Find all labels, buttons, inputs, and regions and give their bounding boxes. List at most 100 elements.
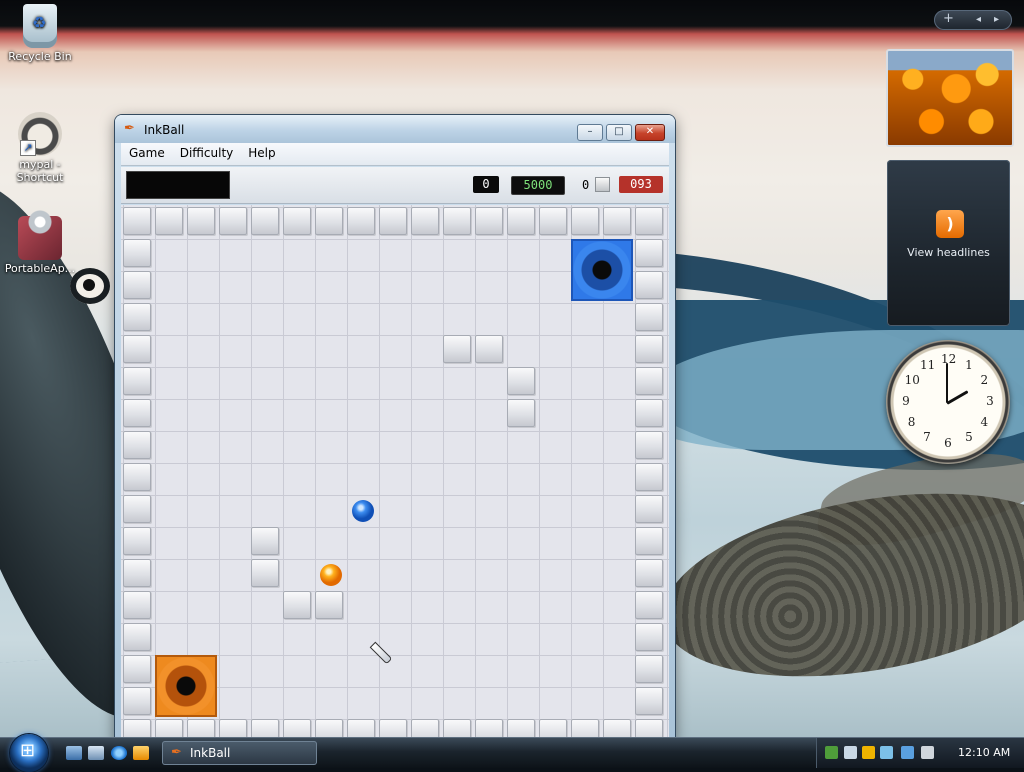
inkball-window: ✒ InkBall – □ ✕ Game Difficulty Help 0 500… bbox=[115, 115, 675, 741]
border-block bbox=[347, 207, 375, 235]
view-headlines-link[interactable]: View headlines bbox=[887, 246, 1010, 259]
inkball-app-icon: ✒ bbox=[171, 745, 182, 760]
menu-difficulty[interactable]: Difficulty bbox=[172, 143, 241, 160]
inkball-app-icon: ✒ bbox=[124, 121, 135, 136]
feed-headlines-gadget[interactable]: ) View headlines bbox=[887, 160, 1010, 326]
border-block bbox=[123, 527, 151, 555]
clock-hour-hand bbox=[946, 390, 969, 405]
taskbar: ✒ InkBall 12:10 AM bbox=[0, 734, 1024, 772]
border-block bbox=[635, 399, 663, 427]
border-block bbox=[379, 207, 407, 235]
obstacle-block bbox=[507, 367, 535, 395]
border-block bbox=[411, 207, 439, 235]
clock-time[interactable]: 12:10 AM bbox=[958, 746, 1010, 759]
border-block bbox=[507, 207, 535, 235]
target-score-display: 5000 bbox=[511, 176, 565, 195]
desktop-icon-mypal[interactable]: ↗ mypal - Shortcut bbox=[0, 112, 80, 184]
orange-ball bbox=[320, 564, 342, 586]
maximize-button[interactable]: □ bbox=[606, 124, 632, 141]
border-block bbox=[635, 655, 663, 683]
clock-numeral: 2 bbox=[980, 373, 989, 387]
border-block bbox=[219, 207, 247, 235]
menu-bar: Game Difficulty Help bbox=[121, 143, 669, 166]
border-block bbox=[123, 495, 151, 523]
clock-numeral: 3 bbox=[986, 394, 994, 408]
border-block bbox=[443, 207, 471, 235]
border-block bbox=[603, 207, 631, 235]
border-block bbox=[635, 335, 663, 363]
clock-numeral: 12 bbox=[941, 352, 957, 366]
border-block bbox=[635, 591, 663, 619]
clock-numeral: 6 bbox=[944, 436, 952, 450]
border-block bbox=[123, 655, 151, 683]
clock-gadget[interactable]: 12 1 2 3 4 5 6 7 8 9 10 11 bbox=[886, 340, 1010, 464]
switch-windows-icon[interactable] bbox=[88, 746, 104, 760]
desktop-icon-portableapps[interactable]: PortableAp... bbox=[0, 210, 80, 275]
desktop-icon-label: Recycle Bin bbox=[8, 50, 72, 63]
border-block bbox=[635, 239, 663, 267]
blue-ball bbox=[352, 500, 374, 522]
volume-muted-icon[interactable] bbox=[921, 746, 934, 759]
border-block bbox=[123, 431, 151, 459]
clock-numeral: 1 bbox=[965, 357, 973, 372]
desktop-icon-recycle-bin[interactable]: Recycle Bin bbox=[0, 4, 80, 63]
network-icon[interactable] bbox=[825, 746, 838, 759]
border-block bbox=[635, 559, 663, 587]
clock-numeral: 10 bbox=[904, 373, 920, 387]
border-block bbox=[635, 271, 663, 299]
border-block bbox=[539, 207, 567, 235]
border-block bbox=[123, 335, 151, 363]
system-tray: 12:10 AM bbox=[816, 738, 1024, 768]
internet-explorer-icon[interactable] bbox=[111, 746, 127, 760]
border-block bbox=[571, 207, 599, 235]
border-block bbox=[123, 207, 151, 235]
border-block bbox=[123, 687, 151, 715]
media-player-icon[interactable] bbox=[133, 746, 149, 760]
menu-help[interactable]: Help bbox=[240, 143, 282, 160]
border-block bbox=[635, 367, 663, 395]
taskbar-button-label: InkBall bbox=[190, 746, 231, 760]
border-block bbox=[123, 271, 151, 299]
portableapps-icon bbox=[18, 210, 62, 260]
clock-numeral: 11 bbox=[920, 357, 936, 372]
close-button[interactable]: ✕ bbox=[635, 124, 665, 141]
clock-minute-hand bbox=[946, 363, 948, 403]
clock-numeral: 9 bbox=[902, 394, 910, 408]
menu-game[interactable]: Game bbox=[121, 143, 172, 160]
security-icon[interactable] bbox=[844, 746, 857, 759]
border-block bbox=[283, 207, 311, 235]
obstacle-block bbox=[443, 335, 471, 363]
border-block bbox=[635, 463, 663, 491]
obstacle-block bbox=[315, 591, 343, 619]
network-status-icon[interactable] bbox=[901, 746, 914, 759]
safely-remove-icon[interactable] bbox=[880, 746, 893, 759]
border-block bbox=[635, 207, 663, 235]
taskbar-inkball-button[interactable]: ✒ InkBall bbox=[162, 741, 317, 765]
border-block bbox=[123, 591, 151, 619]
show-desktop-icon[interactable] bbox=[66, 746, 82, 760]
border-block bbox=[635, 527, 663, 555]
shield-icon[interactable] bbox=[862, 746, 875, 759]
obstacle-block bbox=[251, 527, 279, 555]
clock-numeral: 8 bbox=[907, 415, 916, 429]
timer-display: 093 bbox=[619, 176, 663, 193]
recycle-bin-icon bbox=[23, 4, 57, 48]
mypal-icon: ↗ bbox=[18, 112, 62, 156]
sidebar-add-gadget-button[interactable]: + bbox=[943, 11, 954, 26]
border-block bbox=[635, 687, 663, 715]
sidebar-next-button[interactable]: ▸ bbox=[994, 14, 999, 25]
game-board[interactable] bbox=[121, 205, 669, 741]
minimize-button[interactable]: – bbox=[577, 124, 603, 141]
slideshow-gadget[interactable] bbox=[886, 49, 1014, 147]
border-block bbox=[123, 367, 151, 395]
window-titlebar[interactable]: ✒ InkBall – □ ✕ bbox=[115, 115, 675, 143]
obstacle-block bbox=[251, 559, 279, 587]
border-block bbox=[315, 207, 343, 235]
score-display: 0 bbox=[473, 176, 499, 193]
border-block bbox=[635, 303, 663, 331]
start-button[interactable] bbox=[10, 734, 48, 772]
sidebar-prev-button[interactable]: ◂ bbox=[976, 14, 981, 25]
border-block bbox=[635, 495, 663, 523]
border-block bbox=[155, 207, 183, 235]
orange-hole bbox=[155, 655, 217, 717]
